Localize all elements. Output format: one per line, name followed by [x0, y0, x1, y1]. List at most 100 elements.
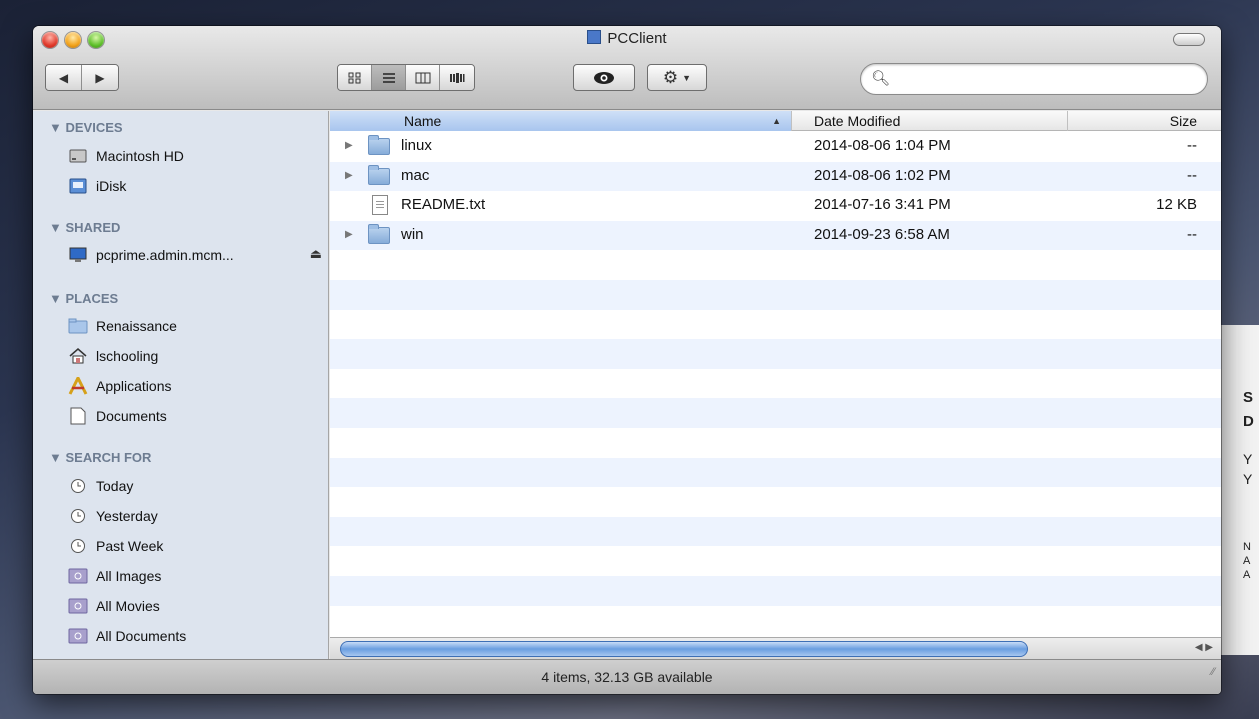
disclosure-triangle-icon[interactable]: ▶ — [345, 140, 353, 151]
sidebar-item-today[interactable]: Today — [68, 475, 133, 497]
list-view-button[interactable] — [372, 65, 406, 90]
home-icon — [68, 347, 88, 365]
text-file-icon — [372, 195, 388, 216]
eject-icon[interactable]: ⏏ — [310, 246, 322, 262]
smart-folder-icon — [68, 627, 88, 645]
scroll-arrows-icon[interactable]: ◀ ▶ — [1195, 642, 1213, 653]
empty-row — [330, 606, 1221, 636]
file-list: Name ▲ Date Modified Size ▶ linux 2014-0… — [330, 111, 1221, 659]
disclosure-triangle-icon[interactable]: ▶ — [345, 170, 353, 181]
scrollbar-thumb[interactable] — [340, 641, 1028, 657]
forward-button[interactable]: ▶ — [82, 65, 118, 90]
sidebar-item-idisk[interactable]: iDisk — [68, 175, 126, 197]
sidebar-item-macintosh-hd[interactable]: Macintosh HD — [68, 145, 184, 167]
file-rows: ▶ linux 2014-08-06 1:04 PM -- ▶ mac 2014… — [330, 132, 1221, 635]
empty-row — [330, 339, 1221, 369]
sidebar-item-documents[interactable]: Documents — [68, 405, 167, 427]
table-row[interactable]: ▶ linux 2014-08-06 1:04 PM -- — [330, 132, 1221, 162]
documents-icon — [68, 407, 88, 425]
empty-row — [330, 428, 1221, 458]
empty-row — [330, 310, 1221, 340]
action-menu-button[interactable]: ⚙ ▼ — [647, 64, 707, 91]
table-row[interactable]: README.txt 2014-07-16 3:41 PM 12 KB — [330, 191, 1221, 221]
empty-row — [330, 250, 1221, 280]
smart-folder-icon — [68, 597, 88, 615]
coverflow-view-button[interactable] — [440, 65, 474, 90]
disclosure-triangle-icon[interactable]: ▶ — [345, 229, 353, 240]
sidebar-section-search-for[interactable]: ▼ SEARCH FOR — [49, 450, 151, 465]
bg-text: S — [1243, 389, 1254, 406]
smart-folder-icon — [68, 567, 88, 585]
bg-text: N — [1243, 541, 1251, 553]
network-folder-icon — [587, 30, 602, 44]
folder-icon — [368, 164, 390, 185]
sidebar-item-lschooling[interactable]: lschooling — [68, 345, 158, 367]
network-computer-icon — [68, 246, 88, 264]
empty-row — [330, 398, 1221, 428]
sidebar-item-all-images[interactable]: All Images — [68, 565, 161, 587]
bg-text: Y — [1243, 451, 1253, 467]
empty-row — [330, 516, 1221, 547]
sidebar-item-pcprime[interactable]: pcprime.admin.mcm... — [68, 244, 323, 266]
status-text: 4 items, 32.13 GB available — [541, 669, 713, 685]
sidebar-item-all-documents[interactable]: All Documents — [68, 625, 186, 647]
bg-text: Y — [1243, 471, 1253, 487]
finder-window: PCClient ◀ ▶ ⚙ ▼ 🔍︎ ▼ DEVICES Macintosh … — [33, 26, 1221, 694]
chevron-down-icon: ▼ — [682, 72, 692, 83]
bg-text: A — [1243, 555, 1251, 567]
coverflow-icon — [450, 72, 465, 83]
folder-icon — [368, 135, 390, 155]
resize-grip-icon[interactable]: ⁄⁄ — [1211, 655, 1215, 690]
clock-icon — [68, 477, 88, 495]
clock-icon — [68, 507, 88, 525]
table-row[interactable]: ▶ win 2014-09-23 6:58 AM -- — [330, 220, 1221, 251]
sidebar: ▼ DEVICES Macintosh HD iDisk ▼ SHARED pc… — [33, 111, 329, 659]
search-input[interactable] — [893, 70, 1193, 86]
sidebar-item-all-movies[interactable]: All Movies — [68, 595, 160, 617]
eye-icon — [594, 71, 614, 84]
sidebar-item-renaissance[interactable]: Renaissance — [68, 315, 177, 337]
search-icon: 🔍︎ — [871, 70, 891, 87]
folder-icon — [368, 223, 390, 244]
empty-row — [330, 457, 1221, 488]
sidebar-item-past-week[interactable]: Past Week — [68, 535, 163, 557]
empty-row — [330, 575, 1221, 606]
bg-text: D — [1243, 413, 1254, 430]
quicklook-button[interactable] — [573, 64, 635, 91]
empty-row — [330, 279, 1221, 310]
view-mode-control — [337, 64, 475, 91]
column-header-name[interactable]: Name ▲ — [330, 111, 792, 131]
folder-icon — [68, 317, 88, 335]
applications-icon — [68, 377, 88, 395]
sidebar-item-applications[interactable]: Applications — [68, 375, 172, 397]
gear-icon: ⚙ — [662, 67, 679, 87]
idisk-icon — [68, 177, 88, 195]
icon-view-button[interactable] — [338, 65, 372, 90]
search-field[interactable]: 🔍︎ — [860, 63, 1208, 95]
background-window-fragment: S D Y Y N A A — [1218, 325, 1259, 655]
sidebar-section-shared[interactable]: ▼ SHARED — [49, 220, 120, 235]
column-view-button[interactable] — [406, 65, 440, 90]
column-header-size[interactable]: Size — [1068, 111, 1221, 131]
column-view-icon — [415, 72, 430, 83]
status-bar: 4 items, 32.13 GB available ⁄⁄ — [33, 659, 1221, 694]
toolbar: PCClient ◀ ▶ ⚙ ▼ 🔍︎ — [33, 26, 1221, 110]
column-header: Name ▲ Date Modified Size — [330, 111, 1221, 131]
sidebar-item-yesterday[interactable]: Yesterday — [68, 505, 158, 527]
column-header-date[interactable]: Date Modified — [792, 111, 1068, 131]
toolbar-toggle-button[interactable] — [1173, 33, 1205, 46]
table-row[interactable]: ▶ mac 2014-08-06 1:02 PM -- — [330, 161, 1221, 192]
icon-view-icon — [348, 72, 360, 83]
empty-row — [330, 487, 1221, 517]
horizontal-scrollbar[interactable]: ◀ ▶ — [330, 637, 1221, 659]
sidebar-section-places[interactable]: ▼ PLACES — [49, 291, 118, 306]
bg-text: A — [1243, 569, 1251, 581]
hard-drive-icon — [68, 147, 88, 165]
list-view-icon — [382, 72, 395, 83]
clock-icon — [68, 537, 88, 555]
back-button[interactable]: ◀ — [46, 65, 82, 90]
empty-row — [330, 546, 1221, 576]
sort-ascending-icon: ▲ — [772, 116, 781, 126]
sidebar-section-devices[interactable]: ▼ DEVICES — [49, 120, 123, 135]
window-title: PCClient — [33, 30, 1221, 47]
